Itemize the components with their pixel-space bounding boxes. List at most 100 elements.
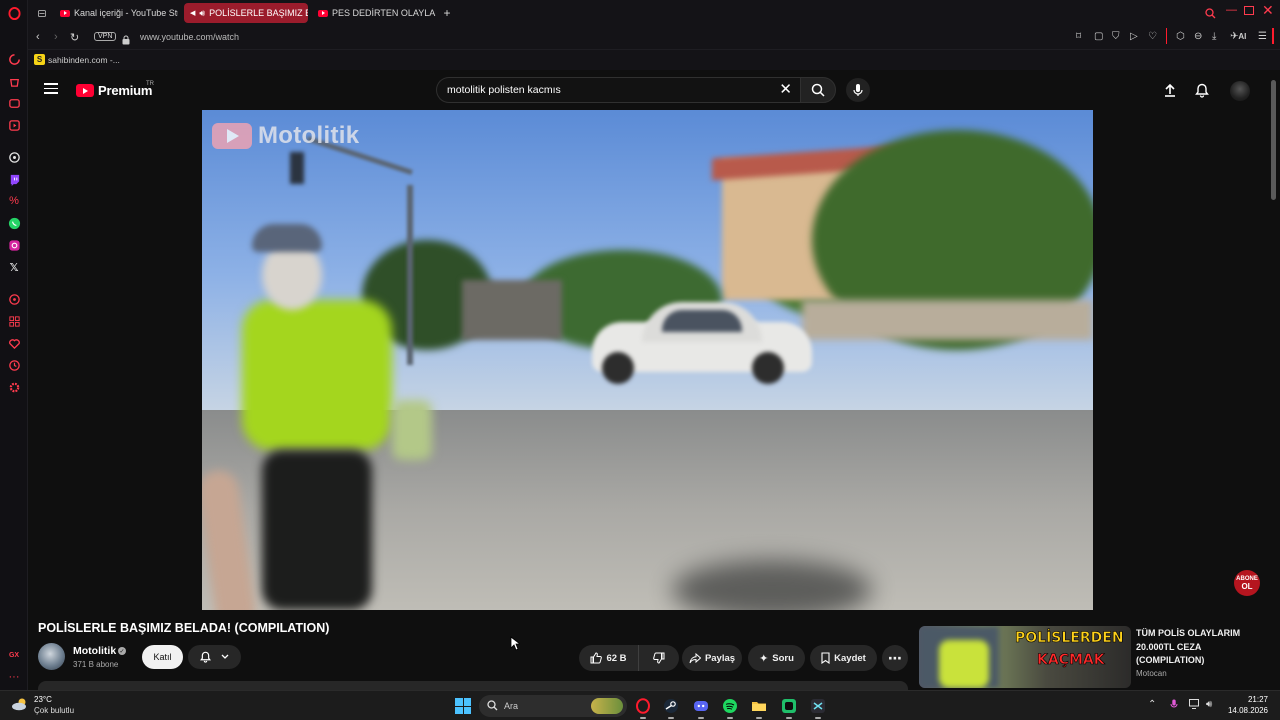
whatsapp-icon[interactable] [7,216,21,230]
new-tab-button[interactable]: + [438,3,456,23]
wallet-icon[interactable]: ⊖ [1194,31,1202,42]
gear-icon[interactable] [7,380,21,394]
clock-date[interactable]: 14.08.2026 [1224,706,1268,715]
settings-icon[interactable] [7,292,21,306]
snapshot-icon[interactable]: ▢ [1094,31,1103,42]
more-actions-button[interactable]: ⋯ [882,645,908,671]
opera-gx-app-icon[interactable] [633,696,653,719]
ai-icon[interactable]: ✈AI [1230,31,1246,42]
save-button[interactable]: Kaydet [810,645,877,671]
join-button[interactable]: Katıl [142,645,183,669]
pin-icon[interactable]: ⌑ [1076,31,1081,42]
channel-name[interactable]: Motolitik [73,645,116,657]
microphone-tray-icon[interactable] [1170,699,1178,713]
page-scrollbar[interactable] [1268,70,1280,690]
x-twitter-icon[interactable]: 𝕏 [7,260,21,274]
extensions-icon[interactable]: ⬡ [1176,31,1185,42]
search-highlight-image [591,698,623,714]
address-bar: ‹ › ↻ VPN www.youtube.com/watch ⌑ ▢ ⛉ ▷ … [28,26,1280,50]
gx-icon[interactable]: GX [7,648,21,662]
history-icon[interactable] [7,358,21,372]
ask-button[interactable]: ✦ Soru [748,645,805,671]
hamburger-menu-icon[interactable] [44,83,58,94]
shopping-icon[interactable] [7,74,21,88]
instagram-icon[interactable] [7,238,21,252]
tab-bar: Kanal içeriği - YouTube Stu ◀ 🔊︎ POLİSLE… [28,0,1280,26]
player-icon[interactable] [7,118,21,132]
youtube-favicon-icon [60,9,70,17]
volume-icon[interactable]: 🔊︎ [1206,699,1212,710]
cloud-sun-icon[interactable] [11,697,29,711]
tab-label: POLİSLERLE BAŞIMIZ B [209,8,308,18]
clock-time[interactable]: 21:27 [1224,695,1268,704]
aria-icon[interactable] [7,52,21,66]
clear-search-icon[interactable]: ✕ [779,82,792,98]
maximize-button[interactable] [1244,6,1254,15]
notifications-bell-icon[interactable] [1194,82,1210,98]
vpn-badge[interactable]: VPN [94,32,117,41]
lock-icon[interactable] [122,32,130,50]
browser-sidebar: % 𝕏 GX ··· [0,0,28,690]
steam-app-icon[interactable] [661,696,681,719]
chevron-up-icon[interactable]: ⌃ [1148,699,1156,710]
thumbs-down-icon [653,652,665,664]
upload-icon[interactable] [1162,82,1178,98]
percent-icon[interactable]: % [7,194,21,208]
search-icon [811,83,825,97]
video-player[interactable]: Motolitik [202,110,1093,610]
heart-icon[interactable] [7,336,21,350]
recommended-video-title[interactable]: TÜM POLİS OLAYLARIM 20.000TL CEZA (COMPI… [1136,627,1264,668]
dislike-button[interactable] [639,645,679,671]
bookmark-heart-icon[interactable]: ♡ [1148,31,1157,42]
whatsapp-desktop-app-icon[interactable] [779,696,799,719]
shield-icon[interactable]: ⛉ [1112,31,1120,42]
network-icon[interactable] [1189,699,1201,712]
file-explorer-app-icon[interactable] [749,696,769,719]
subscriber-count: 371 B abone [73,660,119,669]
divider [1166,28,1167,44]
more-icon[interactable]: ··· [7,670,21,684]
tab-studio[interactable]: Kanal içeriği - YouTube Stu [54,3,178,23]
back-icon[interactable]: ‹ [36,31,40,43]
youtube-logo[interactable]: Premium [76,83,152,98]
weather-temperature[interactable]: 23°C [34,695,52,704]
weather-description[interactable]: Çok bulutlu [34,706,74,715]
taskbar-search[interactable]: Ara [479,695,627,717]
like-button[interactable]: 62 B [579,645,639,671]
recommended-video-channel[interactable]: Motocan [1136,669,1167,678]
tab-pes[interactable]: PES DEDİRTEN OLAYLARI [312,3,436,23]
extensions-icon[interactable] [7,314,21,328]
capcut-app-icon[interactable] [808,696,828,719]
scrollbar-thumb[interactable] [1271,80,1276,200]
microphone-icon [853,84,863,96]
search-input[interactable] [447,84,767,96]
minimize-button[interactable]: — [1226,4,1237,16]
share-button[interactable]: Paylaş [682,645,742,671]
bookmark-sahibinden[interactable]: sahibinden.com -... [48,55,120,65]
twitch-icon[interactable] [7,172,21,186]
reload-icon[interactable]: ↻ [70,31,79,44]
subscribe-badge[interactable]: ABONE OL [1234,570,1260,596]
spotify-app-icon[interactable] [720,696,740,719]
windows-start-icon[interactable] [455,698,471,714]
play-icon[interactable]: ▷ [1130,31,1138,42]
tab-current-video[interactable]: ◀ 🔊︎ POLİSLERLE BAŞIMIZ B [184,3,308,23]
url-field[interactable]: www.youtube.com/watch [140,32,239,42]
subscription-bell-button[interactable] [188,645,241,669]
menu-icon[interactable]: ☰ [1258,31,1267,42]
voice-search-button[interactable] [846,78,870,102]
chatgpt-icon[interactable] [7,150,21,164]
search-button[interactable] [800,77,836,103]
download-icon[interactable]: ⤓ [1212,31,1216,42]
discord-app-icon[interactable] [691,696,711,719]
messenger-icon[interactable] [7,96,21,110]
search-tabs-icon[interactable] [1205,6,1216,24]
channel-avatar[interactable] [38,643,65,670]
recommended-video-thumbnail[interactable]: POLİSLERDEN KAÇMAK [919,626,1131,688]
search-box[interactable]: ✕ [436,77,800,103]
opera-logo-icon[interactable] [7,6,21,20]
forward-icon[interactable]: › [54,31,58,43]
account-avatar[interactable] [1230,81,1250,101]
tab-search-icon[interactable] [32,3,52,23]
close-window-button[interactable]: ✕ [1262,2,1274,19]
